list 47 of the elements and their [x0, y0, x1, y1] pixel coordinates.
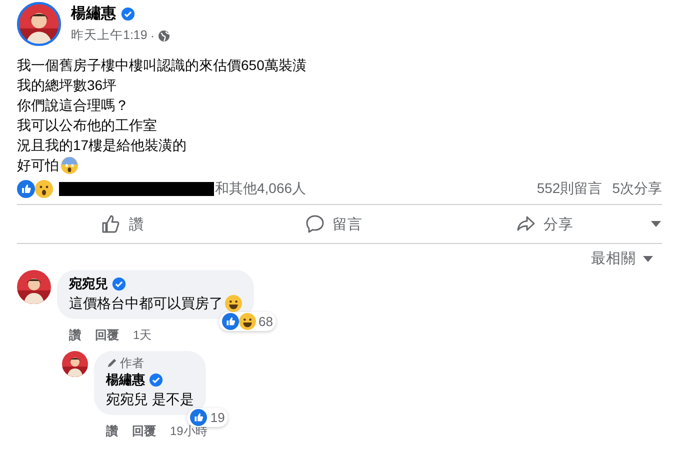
post-time[interactable]: 昨天上午1:19 [71, 27, 148, 44]
speech-bubble-icon [304, 214, 324, 234]
like-button[interactable]: 讚 [17, 208, 228, 240]
reply-link[interactable]: 回覆 [132, 424, 156, 439]
like-reaction-icon [190, 409, 208, 426]
author-name[interactable]: 楊繡惠 [71, 4, 116, 23]
author-label: 作者 [120, 356, 144, 371]
post-text: 好可怕 [17, 156, 59, 175]
caret-icon [650, 220, 662, 228]
comment-text: 這價格台中都可以買房了 [69, 294, 223, 313]
reaction-count: 68 [258, 314, 273, 329]
surprised-emoji-icon [35, 180, 53, 198]
separator-dot: · [150, 28, 155, 42]
post-text: 你們說這合理嗎？ [17, 96, 129, 115]
reaction-pill[interactable]: 19 [187, 408, 228, 427]
post-text: 我一個舊房子樓中樓叫認識的來估價650萬裝潢 [17, 56, 306, 75]
reaction-summary[interactable]: 和其他4,066人 [215, 180, 306, 198]
screaming-emoji-icon [61, 156, 78, 174]
laughing-emoji-icon [238, 313, 256, 330]
avatar[interactable] [62, 351, 88, 377]
like-reaction-icon [222, 313, 239, 330]
reply-link[interactable]: 回覆 [95, 328, 119, 343]
laughing-emoji-icon [225, 295, 242, 312]
globe-icon [158, 30, 170, 42]
share-count[interactable]: 5次分享 [612, 180, 662, 198]
reaction-count: 19 [210, 410, 225, 425]
comment-count[interactable]: 552則留言 [536, 180, 602, 198]
avatar[interactable] [17, 270, 51, 304]
like-link[interactable]: 讚 [106, 424, 118, 439]
sort-dropdown[interactable]: 最相關 [591, 249, 662, 268]
share-button[interactable]: 分享 [439, 208, 650, 240]
commenter-name[interactable]: 宛宛兒 [69, 275, 108, 293]
post-text: 我的總坪數36坪 [17, 76, 117, 95]
commenter-name[interactable]: 楊繡惠 [106, 371, 145, 389]
like-reaction-icon [17, 180, 35, 198]
comment-time[interactable]: 1天 [133, 328, 152, 343]
post-text: 我可以公布他的工作室 [17, 116, 157, 135]
thumbs-up-icon [101, 214, 121, 234]
caret-icon [642, 254, 654, 262]
avatar[interactable] [17, 2, 61, 46]
reaction-pill[interactable]: 68 [218, 312, 276, 331]
pencil-icon [106, 358, 117, 369]
comment-time[interactable]: 19小時 [170, 424, 208, 439]
comment-text: 宛宛兒 是不是 [106, 390, 194, 409]
post-text: 況且我的17樓是給他裝潢的 [17, 136, 187, 155]
comment-button[interactable]: 留言 [228, 208, 439, 240]
like-link[interactable]: 讚 [69, 328, 81, 343]
